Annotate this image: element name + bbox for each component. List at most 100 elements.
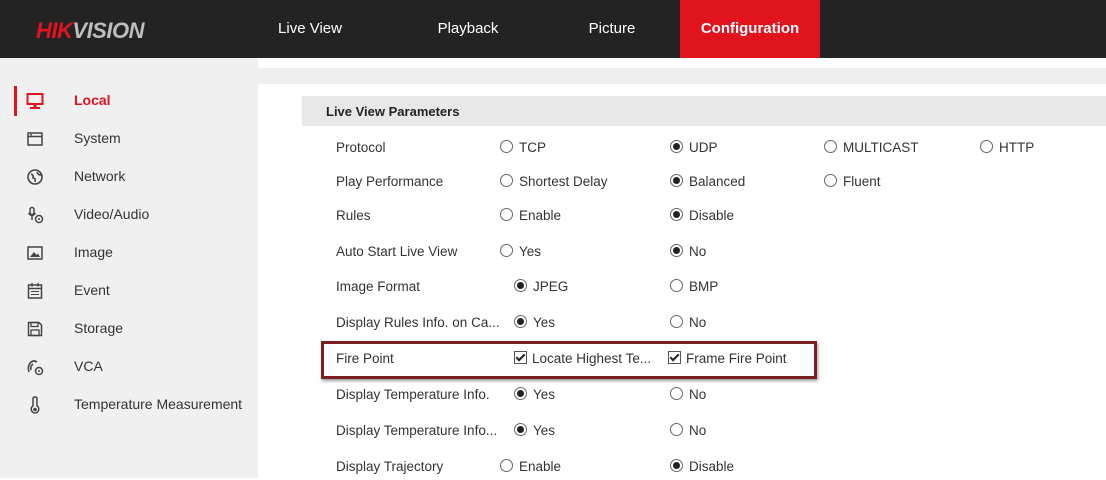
radio-button[interactable] — [670, 208, 683, 221]
param-label: Display Trajectory — [336, 459, 444, 474]
globe-icon — [27, 169, 43, 185]
vca-icon — [27, 360, 44, 376]
nav-configuration[interactable]: Configuration — [680, 0, 820, 58]
image-icon — [27, 246, 43, 260]
radio-shortest-delay[interactable]: Shortest Delay — [500, 174, 608, 189]
calendar-icon — [27, 283, 43, 299]
radio-trajectory-disable[interactable]: Disable — [670, 459, 734, 474]
radio-button[interactable] — [500, 208, 513, 221]
thermometer-icon — [30, 396, 40, 414]
radio-balanced[interactable]: Balanced — [670, 174, 745, 189]
sidebar-item-image[interactable]: Image — [14, 236, 258, 270]
nav-playback[interactable]: Playback — [416, 0, 520, 58]
hikvision-logo: HIKVISION — [36, 18, 144, 43]
sidebar: Local System Network Video/Audio Image E… — [0, 58, 258, 478]
radio-button[interactable] — [670, 315, 683, 328]
param-row-protocol: Protocol TCP UDP MULTICAST HTTP — [258, 137, 1106, 161]
sidebar-item-label: System — [74, 130, 121, 146]
monitor-icon — [26, 93, 44, 109]
param-row-fire-point: Fire Point Locate Highest Te... Frame Fi… — [258, 348, 1106, 372]
param-label: Display Temperature Info. — [336, 387, 490, 402]
radio-temp-info2-yes[interactable]: Yes — [514, 423, 555, 438]
sidebar-item-vca[interactable]: VCA — [14, 350, 258, 384]
sidebar-item-local[interactable]: Local — [14, 84, 258, 118]
radio-button[interactable] — [670, 244, 683, 257]
sidebar-item-label: Video/Audio — [74, 206, 150, 222]
radio-auto-start-yes[interactable]: Yes — [500, 244, 541, 259]
radio-rules-disable[interactable]: Disable — [670, 208, 734, 223]
radio-fluent[interactable]: Fluent — [824, 174, 881, 189]
param-label: Auto Start Live View — [336, 244, 458, 259]
param-label: Play Performance — [336, 174, 444, 189]
radio-button[interactable] — [500, 174, 513, 187]
param-label: Fire Point — [336, 351, 394, 366]
radio-button[interactable] — [670, 387, 683, 400]
microphone-icon — [27, 206, 44, 224]
radio-auto-start-no[interactable]: No — [670, 244, 706, 259]
radio-button[interactable] — [670, 140, 683, 153]
nav-picture[interactable]: Picture — [564, 0, 660, 58]
checkbox-frame-fire-point[interactable]: Frame Fire Point — [668, 351, 787, 366]
sidebar-item-label: VCA — [74, 358, 103, 374]
sidebar-item-network[interactable]: Network — [14, 160, 258, 194]
radio-button[interactable] — [824, 174, 837, 187]
checkbox[interactable] — [514, 351, 527, 364]
content-header-strip — [258, 68, 1106, 84]
sidebar-item-label: Storage — [74, 320, 124, 336]
sidebar-item-label: Local — [74, 92, 111, 108]
param-label: Rules — [336, 208, 371, 223]
sidebar-item-temperature-measurement[interactable]: Temperature Measurement — [14, 388, 258, 422]
checkbox[interactable] — [668, 351, 681, 364]
sidebar-item-storage[interactable]: Storage — [14, 312, 258, 346]
radio-button[interactable] — [500, 459, 513, 472]
sidebar-item-label: Image — [74, 244, 113, 260]
radio-button[interactable] — [670, 279, 683, 292]
radio-button[interactable] — [670, 423, 683, 436]
checkbox-locate-highest-temperature[interactable]: Locate Highest Te... — [514, 351, 651, 366]
radio-protocol-tcp[interactable]: TCP — [500, 140, 546, 155]
param-row-play-performance: Play Performance Shortest Delay Balanced… — [258, 171, 1106, 195]
param-label: Display Temperature Info... — [336, 423, 498, 438]
radio-button[interactable] — [824, 140, 837, 153]
window-icon — [27, 132, 43, 146]
sidebar-item-event[interactable]: Event — [14, 274, 258, 308]
radio-temp-info-yes[interactable]: Yes — [514, 387, 555, 402]
radio-display-rules-yes[interactable]: Yes — [514, 315, 555, 330]
floppy-disk-icon — [27, 321, 43, 337]
sidebar-item-system[interactable]: System — [14, 122, 258, 156]
sidebar-item-video-audio[interactable]: Video/Audio — [14, 198, 258, 232]
main-content: Live View Parameters Protocol TCP UDP MU… — [258, 58, 1106, 478]
radio-protocol-multicast[interactable]: MULTICAST — [824, 140, 919, 155]
radio-button[interactable] — [670, 174, 683, 187]
radio-temp-info2-no[interactable]: No — [670, 423, 706, 438]
section-title: Live View Parameters — [326, 104, 460, 119]
radio-temp-info-no[interactable]: No — [670, 387, 706, 402]
radio-display-rules-no[interactable]: No — [670, 315, 706, 330]
radio-button[interactable] — [514, 315, 527, 328]
radio-protocol-http[interactable]: HTTP — [980, 140, 1034, 155]
nav-live-view[interactable]: Live View — [272, 0, 348, 58]
param-row-display-temperature-info: Display Temperature Info. Yes No — [258, 384, 1106, 408]
radio-button[interactable] — [500, 244, 513, 257]
param-label: Display Rules Info. on Ca... — [336, 315, 500, 330]
active-indicator — [14, 86, 17, 116]
radio-button[interactable] — [980, 140, 993, 153]
radio-trajectory-enable[interactable]: Enable — [500, 459, 561, 474]
radio-button[interactable] — [514, 423, 527, 436]
param-label: Image Format — [336, 279, 421, 294]
radio-protocol-udp[interactable]: UDP — [670, 140, 718, 155]
radio-rules-enable[interactable]: Enable — [500, 208, 561, 223]
param-row-display-trajectory: Display Trajectory Enable Disable — [258, 456, 1106, 480]
radio-format-jpeg[interactable]: JPEG — [514, 279, 568, 294]
radio-button[interactable] — [514, 387, 527, 400]
radio-format-bmp[interactable]: BMP — [670, 279, 718, 294]
sidebar-item-label: Temperature Measurement — [74, 396, 243, 412]
radio-button[interactable] — [500, 140, 513, 153]
radio-button[interactable] — [514, 279, 527, 292]
param-row-image-format: Image Format JPEG BMP — [258, 276, 1106, 300]
radio-button[interactable] — [670, 459, 683, 472]
sidebar-item-label: Event — [74, 282, 110, 298]
param-row-auto-start-live-view: Auto Start Live View Yes No — [258, 241, 1106, 265]
param-row-display-rules-info: Display Rules Info. on Ca... Yes No — [258, 312, 1106, 336]
sidebar-item-label: Network — [74, 168, 126, 184]
